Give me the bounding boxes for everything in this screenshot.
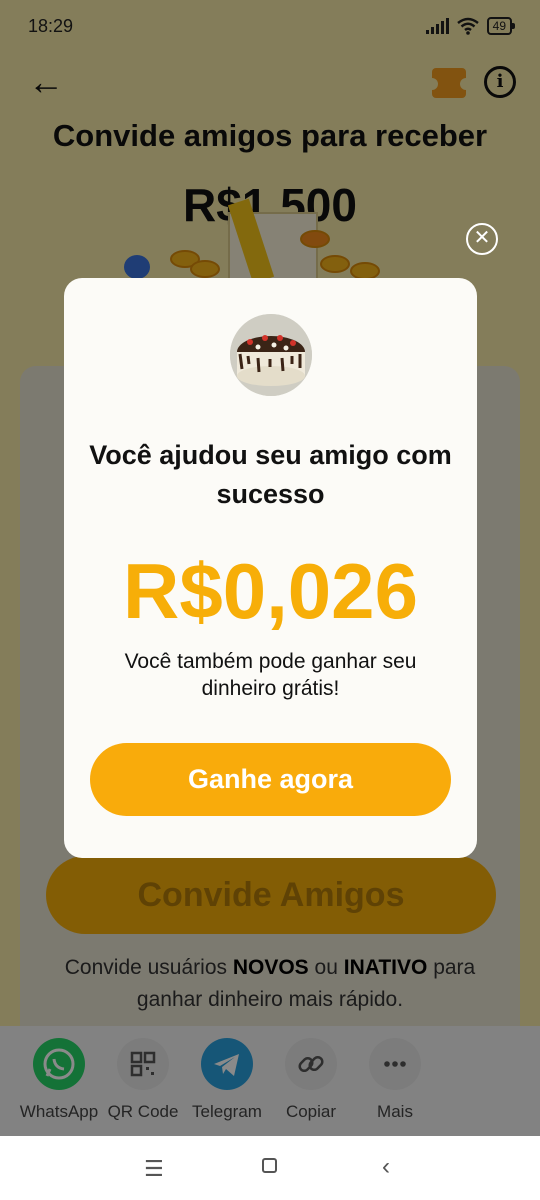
avatar (230, 314, 312, 396)
success-modal: Você ajudou seu amigo com sucesso R$0,02… (64, 278, 477, 858)
back-chevron-icon[interactable]: ‹ (382, 1153, 390, 1181)
modal-amount: R$0,026 (123, 547, 418, 635)
system-nav-bar: ☰ ‹ (0, 1136, 540, 1200)
earn-now-button[interactable]: Ganhe agora (90, 743, 451, 816)
modal-title: Você ajudou seu amigo com sucesso (89, 440, 452, 509)
modal-subtitle: Você também pode ganhar seu dinheiro grá… (124, 650, 417, 700)
close-icon[interactable]: ✕ (466, 223, 498, 255)
menu-icon[interactable]: ☰ (144, 1156, 164, 1182)
home-square-icon[interactable] (262, 1158, 277, 1173)
